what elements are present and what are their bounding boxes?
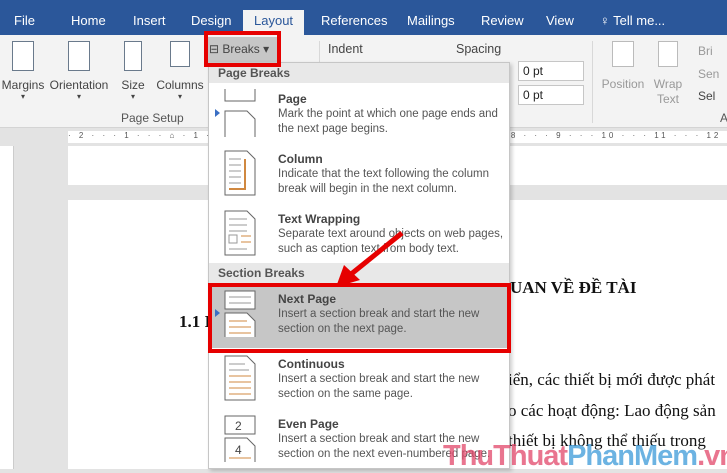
red-arrow-icon <box>336 231 404 287</box>
watermark: ThuThuatPhanMem.vn <box>443 440 727 472</box>
